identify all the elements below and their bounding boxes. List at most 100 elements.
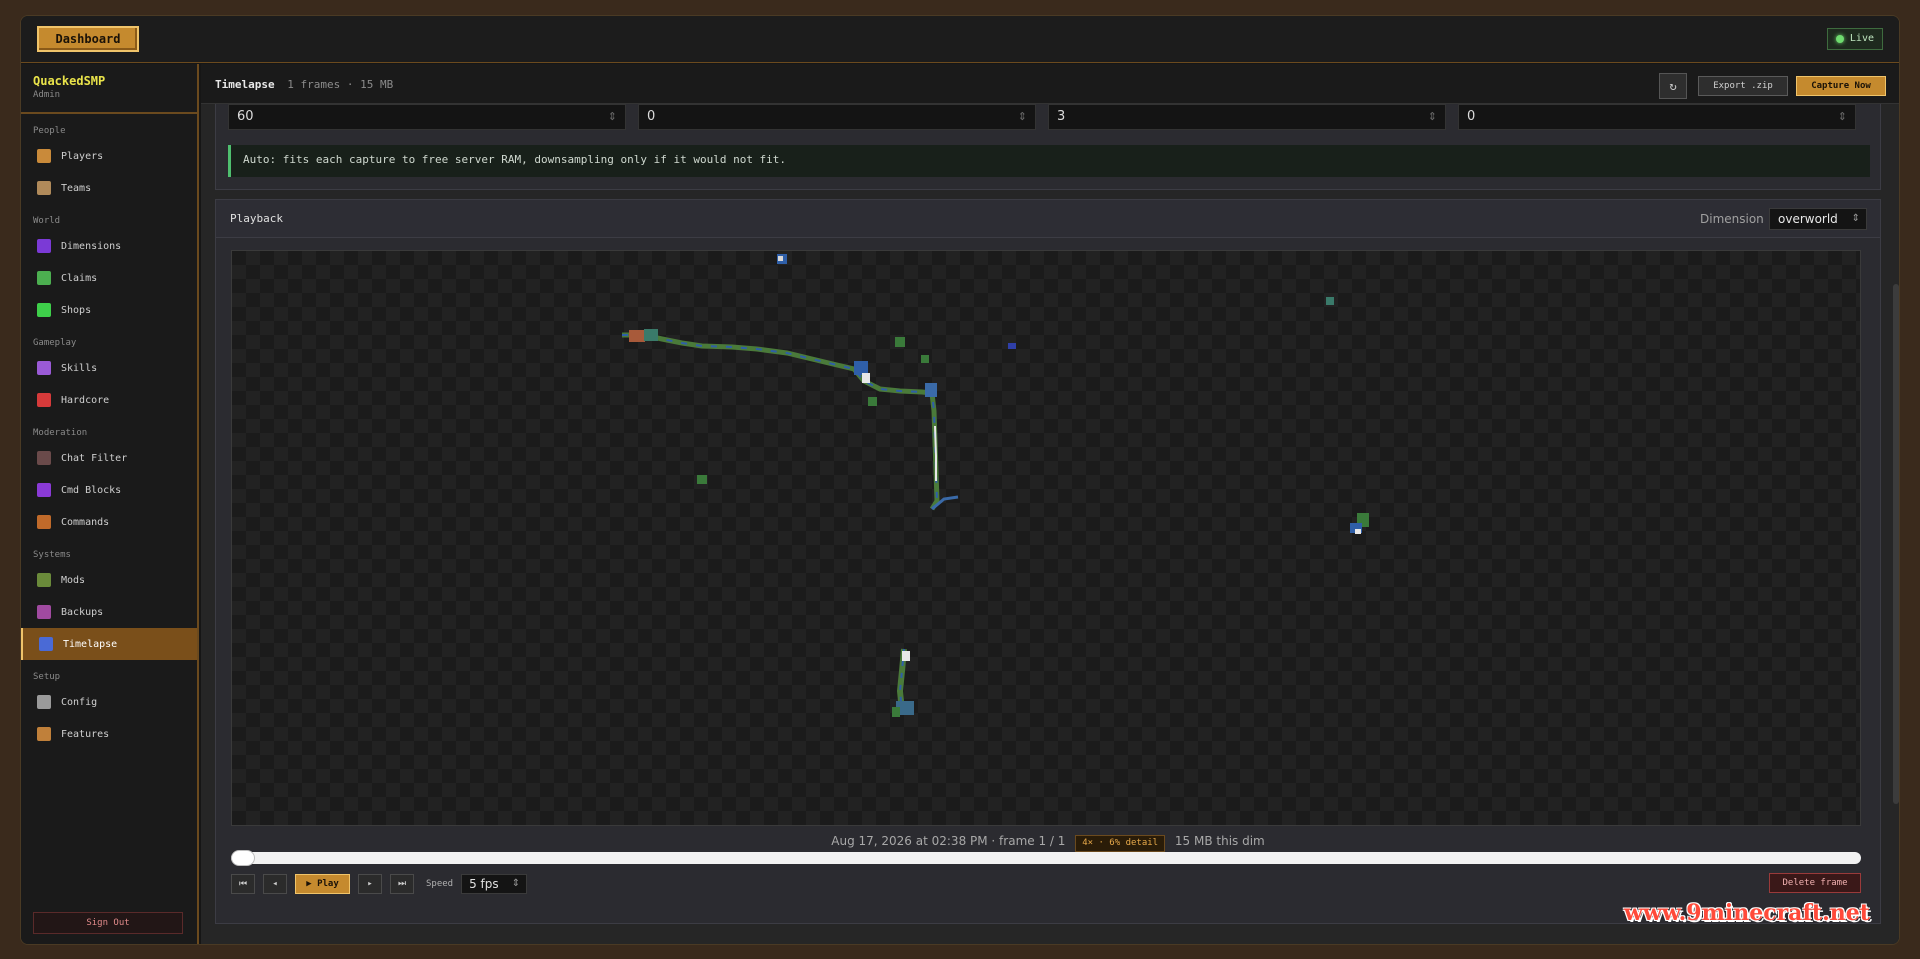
content-scroll-area[interactable]: 60 0 3 0 Auto: fits each capture to free…: [201, 104, 1899, 944]
watermark: www.9minecraft.net: [1624, 900, 1870, 926]
sidebar-item-label: Claims: [61, 272, 98, 284]
brand-role: Admin: [33, 90, 61, 100]
emerald-icon: [37, 303, 51, 317]
content-scrollbar[interactable]: [1893, 284, 1899, 804]
sidebar-item-dimensions[interactable]: Dimensions: [21, 230, 197, 262]
sidebar-section-label: People: [33, 126, 66, 136]
sidebar-item-label: Features: [61, 728, 110, 740]
backups-icon: [37, 605, 51, 619]
sidebar-nav: People Players Teams World Dimensions Claims S…: [21, 122, 197, 750]
auto-ram-note: Auto: fits each capture to free server R…: [228, 145, 1870, 177]
live-dot-icon: [1835, 35, 1844, 43]
sidebar-item-players[interactable]: Players: [21, 140, 197, 172]
features-icon: [37, 727, 51, 741]
brand: QuackedSMP Admin: [21, 64, 197, 114]
play-button[interactable]: ▶ Play: [295, 874, 350, 894]
sidebar-section-label: Systems: [33, 550, 71, 560]
app-window: Dashboard Live QuackedSMP Admin People Pl…: [20, 15, 1900, 945]
sidebar-item-label: Timelapse: [63, 638, 118, 650]
sidebar-item-commands[interactable]: Commands: [21, 506, 197, 538]
frame-scrubber[interactable]: [231, 850, 1861, 866]
sidebar: QuackedSMP Admin People Players Teams World…: [21, 64, 199, 944]
sidebar-section-label: Gameplay: [33, 338, 77, 348]
playback-header: Playback Dimension overworld: [216, 200, 1880, 238]
brand-name: QuackedSMP: [33, 74, 106, 88]
live-status-badge: Live: [1826, 28, 1883, 50]
dimension-select[interactable]: overworld: [1769, 208, 1867, 230]
prev-frame-button[interactable]: ◂: [263, 874, 287, 894]
heart-icon: [37, 393, 51, 407]
sidebar-item-label: Config: [61, 696, 98, 708]
capture-settings-panel: 60 0 3 0 Auto: fits each capture to free…: [215, 104, 1881, 190]
live-label: Live: [1849, 33, 1874, 44]
explored-chunks: [629, 254, 1369, 717]
sidebar-item-label: Dimensions: [61, 240, 122, 252]
setting-input-1[interactable]: 60: [228, 104, 626, 130]
dashboard-button[interactable]: Dashboard: [37, 26, 139, 52]
sign-out-button[interactable]: Sign Out: [33, 912, 183, 934]
sidebar-item-cmd-blocks[interactable]: Cmd Blocks: [21, 474, 197, 506]
sidebar-item-timelapse[interactable]: Timelapse: [21, 628, 197, 660]
sidebar-item-label: Commands: [61, 516, 110, 528]
commands-icon: [37, 515, 51, 529]
chat-filter-icon: [37, 451, 51, 465]
sidebar-item-config[interactable]: Config: [21, 686, 197, 718]
sidebar-item-claims[interactable]: Claims: [21, 262, 197, 294]
sidebar-item-skills[interactable]: Skills: [21, 352, 197, 384]
frame-info: Aug 17, 2026 at 02:38 PM · frame 1 / 1 4…: [216, 834, 1880, 852]
sidebar-item-shops[interactable]: Shops: [21, 294, 197, 326]
delete-frame-button[interactable]: Delete frame: [1769, 873, 1861, 893]
setting-input-4[interactable]: 0: [1458, 104, 1856, 130]
sidebar-item-label: Hardcore: [61, 394, 110, 406]
playback-panel: Playback Dimension overworld ⇕ Aug 17, 2…: [215, 199, 1881, 924]
setting-input-2[interactable]: 0: [638, 104, 1036, 130]
sword-icon: [37, 181, 51, 195]
playback-controls: ⏮ ◂ ▶ Play ▸ ⏭ Speed 5 fps: [231, 874, 528, 894]
page-title: Timelapse 1 frames · 15 MB: [215, 78, 393, 91]
last-frame-button[interactable]: ⏭: [390, 874, 414, 894]
skills-icon: [37, 361, 51, 375]
top-bar: Dashboard Live: [21, 16, 1899, 63]
page-header: Timelapse 1 frames · 15 MB ↻ Export .zip…: [201, 64, 1899, 104]
speed-select[interactable]: 5 fps: [461, 874, 528, 894]
sidebar-item-hardcore[interactable]: Hardcore: [21, 384, 197, 416]
next-frame-button[interactable]: ▸: [358, 874, 382, 894]
sidebar-item-backups[interactable]: Backups: [21, 596, 197, 628]
dimension-size: 15 MB this dim: [1174, 834, 1265, 848]
sidebar-item-label: Cmd Blocks: [61, 484, 122, 496]
speed-label: Speed: [426, 879, 454, 889]
flag-icon: [37, 271, 51, 285]
sidebar-item-chat-filter[interactable]: Chat Filter: [21, 442, 197, 474]
page-meta: 1 frames · 15 MB: [287, 78, 394, 91]
setting-input-3[interactable]: 3: [1048, 104, 1446, 130]
main-content: Timelapse 1 frames · 15 MB ↻ Export .zip…: [201, 64, 1899, 944]
sidebar-item-label: Skills: [61, 362, 98, 374]
frame-timestamp: Aug 17, 2026 at 02:38 PM · frame 1 / 1: [831, 834, 1066, 848]
sidebar-item-mods[interactable]: Mods: [21, 564, 197, 596]
sidebar-section-label: World: [33, 216, 61, 226]
scrubber-thumb[interactable]: [231, 850, 255, 866]
sidebar-item-label: Teams: [61, 182, 92, 194]
sidebar-item-label: Mods: [61, 574, 86, 586]
sidebar-section-label: Setup: [33, 672, 61, 682]
command-block-icon: [37, 483, 51, 497]
capture-now-button[interactable]: Capture Now: [1796, 76, 1886, 96]
sidebar-item-label: Shops: [61, 304, 92, 316]
sidebar-item-features[interactable]: Features: [21, 718, 197, 750]
player-head-icon: [37, 149, 51, 163]
refresh-icon: ↻: [1669, 79, 1677, 93]
world-map-render: [622, 254, 1369, 717]
first-frame-button[interactable]: ⏮: [231, 874, 255, 894]
refresh-button[interactable]: ↻: [1659, 73, 1687, 99]
settings-inputs-row: 60 0 3 0: [228, 104, 1856, 130]
gear-icon: [37, 695, 51, 709]
timelapse-map-canvas[interactable]: [231, 250, 1861, 826]
detail-badge: 4× · 6% detail: [1075, 835, 1166, 852]
sidebar-item-label: Chat Filter: [61, 452, 128, 464]
dimension-label: Dimension: [1700, 212, 1764, 226]
page-title-text: Timelapse: [215, 78, 275, 91]
sidebar-section-label: Moderation: [33, 428, 88, 438]
export-zip-button[interactable]: Export .zip: [1698, 76, 1788, 96]
sidebar-item-teams[interactable]: Teams: [21, 172, 197, 204]
sidebar-item-label: Players: [61, 150, 104, 162]
